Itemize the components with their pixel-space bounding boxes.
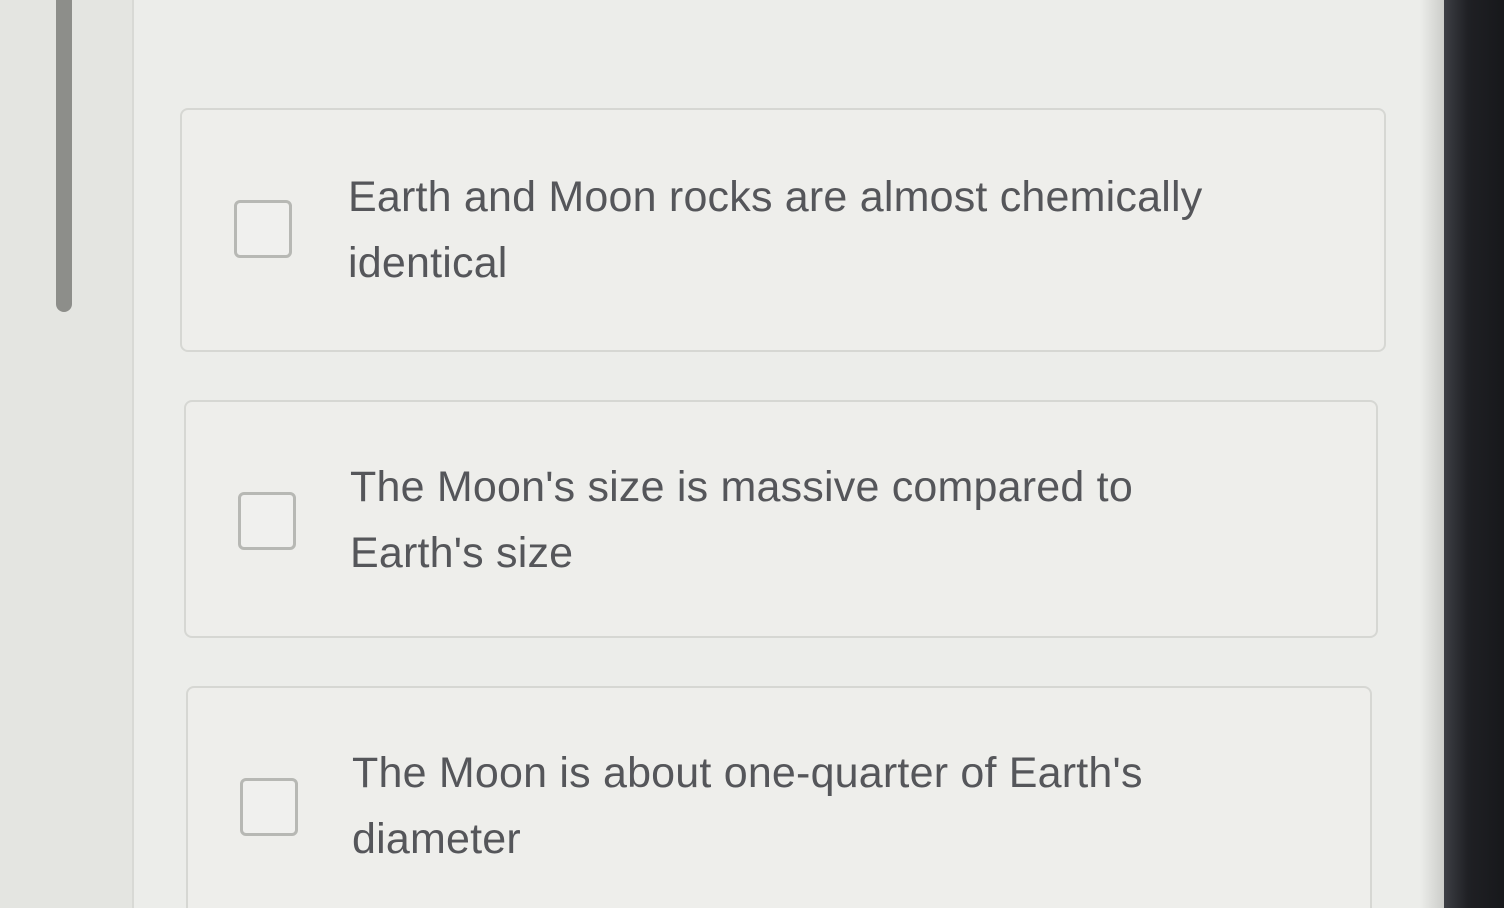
screen-edge-shadow: [1420, 0, 1444, 908]
answer-option-1[interactable]: Earth and Moon rocks are almost chemical…: [180, 108, 1386, 352]
answer-list: Earth and Moon rocks are almost chemical…: [134, 0, 1444, 908]
answer-text-2-line-2: Earth's size: [350, 529, 574, 577]
left-panel: [0, 0, 134, 908]
answer-text-3-line-2: diameter: [352, 815, 521, 863]
answer-text-2-line-1: The Moon's size is massive compared to: [350, 463, 1133, 511]
answer-text-1-line-1: Earth and Moon rocks are almost chemical…: [348, 173, 1203, 221]
answer-option-2[interactable]: The Moon's size is massive compared to E…: [184, 400, 1378, 638]
answer-text-3: The Moon is about one-quarter of Earth's…: [352, 740, 1352, 872]
answer-text-1: Earth and Moon rocks are almost chemical…: [348, 164, 1358, 296]
answer-option-3[interactable]: The Moon is about one-quarter of Earth's…: [186, 686, 1372, 908]
answer-checkbox-3[interactable]: [240, 778, 298, 836]
device-bezel: [1444, 0, 1504, 908]
quiz-screen: Earth and Moon rocks are almost chemical…: [0, 0, 1504, 908]
answer-text-3-line-1: The Moon is about one-quarter of Earth's: [352, 749, 1143, 797]
answer-text-1-line-2: identical: [348, 239, 508, 287]
answer-text-2: The Moon's size is massive compared to E…: [350, 454, 1350, 586]
scrollbar[interactable]: [56, 0, 72, 312]
answer-checkbox-1[interactable]: [234, 200, 292, 258]
answer-checkbox-2[interactable]: [238, 492, 296, 550]
